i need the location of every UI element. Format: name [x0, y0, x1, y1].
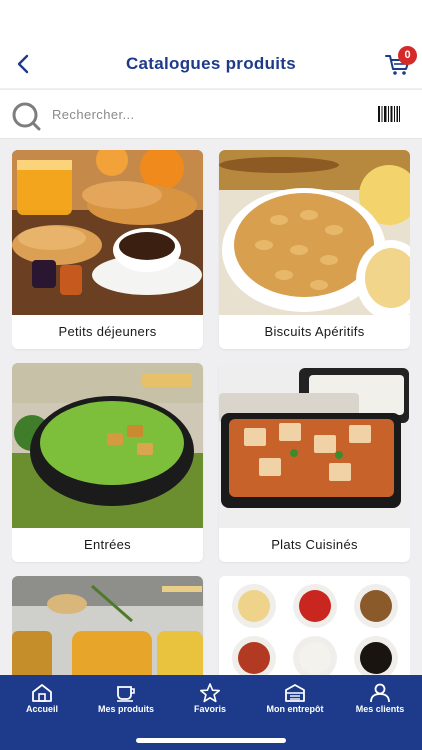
catalog-card-sauces[interactable]: [219, 576, 410, 675]
warehouse-icon: [285, 684, 305, 702]
tab-mes-produits[interactable]: Mes produits: [86, 675, 166, 721]
sauces-photo: [219, 576, 410, 675]
catalog-card-label: Petits déjeuners: [58, 324, 157, 339]
catalog-grid: Petits déjeuners Biscuits Apéritifs Entr…: [12, 150, 410, 675]
tab-accueil[interactable]: Accueil: [14, 675, 70, 721]
search-input[interactable]: [52, 101, 352, 127]
catalog-card-prepared-meals[interactable]: Plats Cuisinés: [219, 363, 410, 562]
catalog-card-label: Biscuits Apéritifs: [264, 324, 365, 339]
home-indicator: [136, 738, 286, 743]
tab-label: Mon entrepôt: [266, 704, 324, 714]
tab-favoris[interactable]: Favoris: [182, 675, 238, 721]
user-icon: [370, 683, 390, 703]
home-icon: [32, 684, 52, 702]
tab-mon-entrepot[interactable]: Mon entrepôt: [252, 675, 338, 721]
tab-label: Mes clients: [355, 704, 405, 714]
tab-label: Accueil: [25, 704, 58, 714]
broths-photo: [12, 576, 203, 675]
catalog-card-snacks[interactable]: Biscuits Apéritifs: [219, 150, 410, 349]
cup-icon: [117, 686, 135, 702]
search-icon: [12, 102, 41, 131]
soup-photo: [12, 363, 203, 528]
breakfast-photo: [12, 150, 203, 315]
barcode-scan-icon[interactable]: [378, 106, 400, 122]
catalog-card-label: Entrées: [84, 537, 131, 552]
catalog-card-breakfast[interactable]: Petits déjeuners: [12, 150, 203, 349]
bottom-tab-bar: Accueil Mes produits Favoris Mon entrepô…: [0, 675, 422, 750]
snacks-photo: [219, 150, 410, 315]
app-header: Catalogues produits 0: [0, 0, 422, 88]
catalog-card-label: Plats Cuisinés: [271, 537, 358, 552]
page-title: Catalogues produits: [125, 54, 297, 73]
prepared-meals-photo: [219, 363, 410, 528]
star-icon: [199, 683, 221, 703]
tab-label: Favoris: [193, 704, 226, 714]
cart-count-badge: 0: [398, 46, 417, 65]
tab-mes-clients[interactable]: Mes clients: [346, 675, 414, 721]
catalog-card-broths[interactable]: [12, 576, 203, 675]
search-bar: [0, 89, 422, 139]
tab-label: Mes produits: [97, 704, 154, 714]
catalog-card-starters[interactable]: Entrées: [12, 363, 203, 562]
